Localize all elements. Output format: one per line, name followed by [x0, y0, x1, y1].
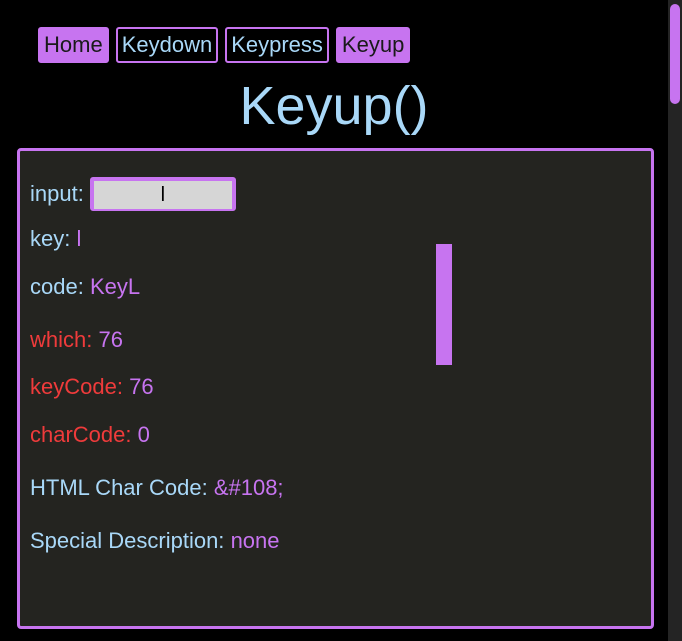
keycode-row: keyCode: 76 [30, 374, 154, 400]
input-label: input: [30, 181, 84, 206]
vertical-scrollbar[interactable] [668, 0, 682, 641]
code-value: KeyL [89, 274, 141, 299]
page: Home Keydown Keypress Keyup Keyup() inpu… [0, 0, 682, 641]
input-field-wrapper [89, 177, 236, 211]
html-char-code-label: HTML Char Code: [30, 475, 208, 500]
keycode-label: keyCode: [30, 374, 123, 399]
large-character-display [436, 244, 452, 365]
nav-keydown-button[interactable]: Keydown [115, 27, 219, 63]
html-char-code-row: HTML Char Code: &#108; [30, 475, 284, 501]
top-nav: Home Keydown Keypress Keyup [38, 27, 411, 63]
special-description-label: Special Description: [30, 528, 225, 553]
key-info-panel: input: key: l code: KeyL which: 76 keyCo… [17, 148, 654, 629]
charcode-value: 0 [137, 422, 150, 447]
key-row: key: l [30, 226, 81, 252]
charcode-label: charCode: [30, 422, 132, 447]
code-label: code: [30, 274, 84, 299]
special-description-row: Special Description: none [30, 528, 280, 554]
nav-keypress-button[interactable]: Keypress [225, 27, 329, 63]
page-title: Keyup() [239, 76, 429, 136]
which-row: which: 76 [30, 327, 123, 353]
key-input[interactable] [93, 182, 232, 209]
which-value: 76 [98, 327, 123, 352]
scrollbar-thumb[interactable] [670, 4, 680, 104]
keycode-value: 76 [129, 374, 154, 399]
input-row: input: [30, 177, 236, 211]
which-label: which: [30, 327, 93, 352]
charcode-row: charCode: 0 [30, 422, 150, 448]
code-row: code: KeyL [30, 274, 140, 300]
nav-keyup-button[interactable]: Keyup [335, 27, 411, 63]
key-label: key: [30, 226, 71, 251]
key-value: l [76, 226, 82, 251]
special-description-value: none [230, 528, 280, 553]
nav-home-button[interactable]: Home [38, 27, 109, 63]
html-char-code-value: &#108; [213, 475, 284, 500]
